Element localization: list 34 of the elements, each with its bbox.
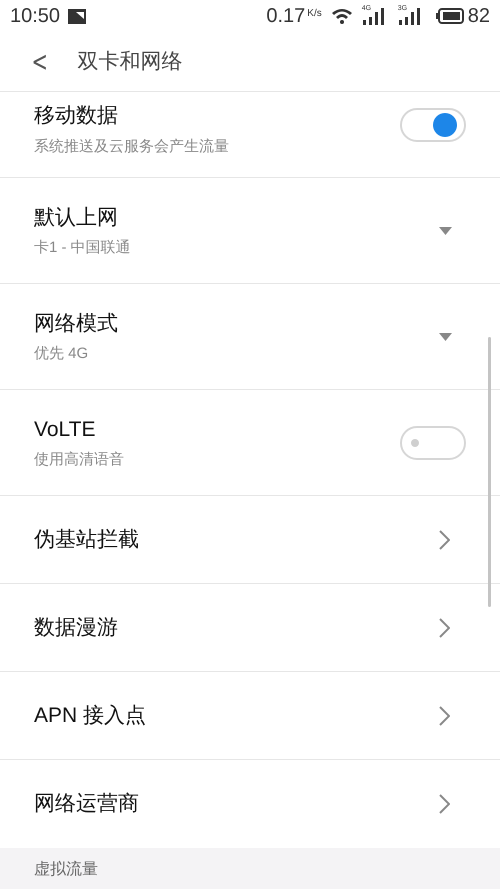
dropdown-arrow-icon xyxy=(439,332,452,340)
status-time: 10:50 xyxy=(10,4,60,29)
setting-subtitle: 使用高清语音 xyxy=(34,450,125,470)
setting-title: 伪基站拦截 xyxy=(34,526,140,553)
back-button[interactable]: < xyxy=(32,48,48,76)
wifi-icon xyxy=(332,8,352,24)
settings-row[interactable]: 移动数据 系统推送及云服务会产生流量 xyxy=(0,92,500,178)
setting-title: 数据漫游 xyxy=(34,614,119,641)
chevron-right-icon xyxy=(439,618,450,638)
image-icon xyxy=(68,8,86,24)
battery-icon xyxy=(436,8,464,24)
settings-row[interactable]: 网络运营商 xyxy=(0,760,500,848)
toggle-switch[interactable] xyxy=(400,426,466,460)
battery-level: 82 xyxy=(468,4,490,29)
setting-title: 网络运营商 xyxy=(34,791,140,818)
setting-title: 网络模式 xyxy=(34,310,119,336)
chevron-right-icon xyxy=(439,794,450,814)
page-title: 双卡和网络 xyxy=(77,48,182,75)
setting-title: VoLTE xyxy=(34,416,96,442)
speed-unit: K/s xyxy=(307,7,322,21)
setting-title: APN 接入点 xyxy=(34,702,148,729)
setting-subtitle: 系统推送及云服务会产生流量 xyxy=(34,136,230,156)
chevron-right-icon xyxy=(439,530,450,550)
dropdown-arrow-icon xyxy=(439,226,452,234)
section-header: 虚拟流量 xyxy=(34,860,98,880)
settings-row[interactable]: APN 接入点 xyxy=(0,672,500,760)
settings-row[interactable]: 默认上网 卡1 - 中国联通 xyxy=(0,178,500,284)
network-speed: 0.17 xyxy=(266,4,306,29)
chevron-right-icon xyxy=(439,706,450,726)
setting-title: 移动数据 xyxy=(34,103,119,129)
setting-title: 默认上网 xyxy=(34,204,119,230)
toggle-switch[interactable] xyxy=(400,108,466,142)
setting-subtitle: 卡1 - 中国联通 xyxy=(34,238,132,258)
setting-subtitle: 优先 4G xyxy=(34,344,90,364)
